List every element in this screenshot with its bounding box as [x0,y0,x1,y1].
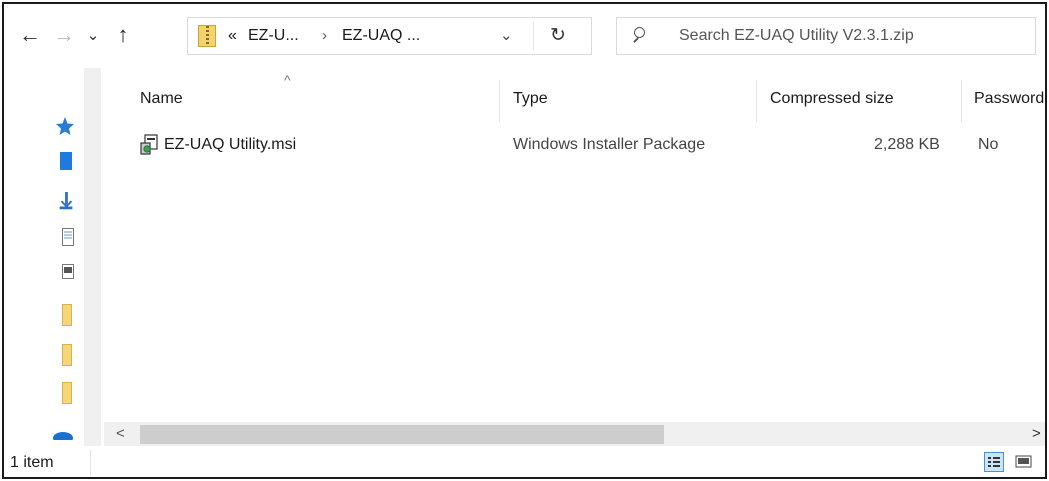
column-divider[interactable] [499,80,500,122]
status-bar: 1 item [4,446,1045,477]
folder-icon[interactable] [62,304,72,326]
search-box[interactable]: Search EZ-UAQ Utility V2.3.1.zip [616,17,1036,55]
back-button[interactable]: ← [16,18,44,52]
column-header-name[interactable]: Name [140,90,183,108]
downloads-icon[interactable] [58,192,74,212]
scrollbar-thumb[interactable] [140,425,664,444]
back-arrow-icon: ← [19,22,41,47]
column-divider[interactable] [756,80,757,122]
address-bar[interactable]: « EZ-U... › EZ-UAQ ... ⌄ ↻ [187,17,592,55]
recent-locations-button[interactable]: ⌄ [79,18,107,52]
documents-icon[interactable] [60,228,76,248]
table-row[interactable]: EZ-UAQ Utility.msi Windows Installer Pac… [104,130,1045,162]
file-list: ^ Name Type Compressed size Password EZ-… [104,68,1045,422]
navigation-pane-scrollbar[interactable]: ︿ ﹀ [84,68,180,446]
details-view-icon[interactable] [984,452,1004,472]
breadcrumb-item[interactable]: EZ-UAQ ... [342,27,420,45]
sort-ascending-icon: ^ [284,72,291,88]
column-divider[interactable] [961,80,962,122]
breadcrumb-separator-icon[interactable]: › [322,27,327,44]
column-header-type[interactable]: Type [513,90,548,108]
breadcrumb-overflow[interactable]: « [228,27,237,45]
divider [533,22,534,50]
column-header-compressed-size[interactable]: Compressed size [770,90,894,108]
up-button[interactable]: ↑ [109,18,137,52]
folder-icon[interactable] [62,344,72,366]
large-icons-view-icon[interactable] [1014,452,1034,472]
column-header-password[interactable]: Password [974,90,1044,108]
forward-arrow-icon: → [53,22,75,47]
navigation-pane: ︿ ﹀ [4,68,180,446]
msi-installer-icon [140,134,158,155]
quick-access-pin-icon[interactable] [54,116,76,136]
divider [90,450,91,475]
desktop-folder-icon[interactable] [60,152,72,170]
forward-button[interactable]: → [50,18,78,52]
file-type: Windows Installer Package [513,136,706,153]
horizontal-scrollbar[interactable]: < > [104,422,1045,446]
pictures-icon[interactable] [60,264,76,284]
folder-icon[interactable] [62,382,72,404]
search-icon [631,27,647,45]
onedrive-cloud-icon[interactable] [52,428,74,440]
item-count: 1 item [10,454,54,471]
search-input[interactable]: Search EZ-UAQ Utility V2.3.1.zip [679,27,914,45]
navigation-bar: ← → ⌄ ↑ « EZ-U... › EZ-UAQ ... ⌄ ↻ Searc… [4,4,1045,68]
breadcrumb-item[interactable]: EZ-U... [248,27,299,45]
refresh-icon[interactable]: ↻ [550,24,566,47]
file-name[interactable]: EZ-UAQ Utility.msi [164,136,296,154]
file-compressed-size: 2,288 KB [874,136,940,153]
file-password: No [978,136,999,153]
explorer-window: ← → ⌄ ↑ « EZ-U... › EZ-UAQ ... ⌄ ↻ Searc… [2,2,1047,479]
zip-folder-icon [198,25,216,47]
address-dropdown-icon[interactable]: ⌄ [500,26,513,44]
scroll-left-icon[interactable]: < [116,425,125,442]
up-arrow-icon: ↑ [117,22,129,47]
chevron-down-icon: ⌄ [86,27,100,44]
scroll-right-icon[interactable]: > [1032,425,1041,442]
